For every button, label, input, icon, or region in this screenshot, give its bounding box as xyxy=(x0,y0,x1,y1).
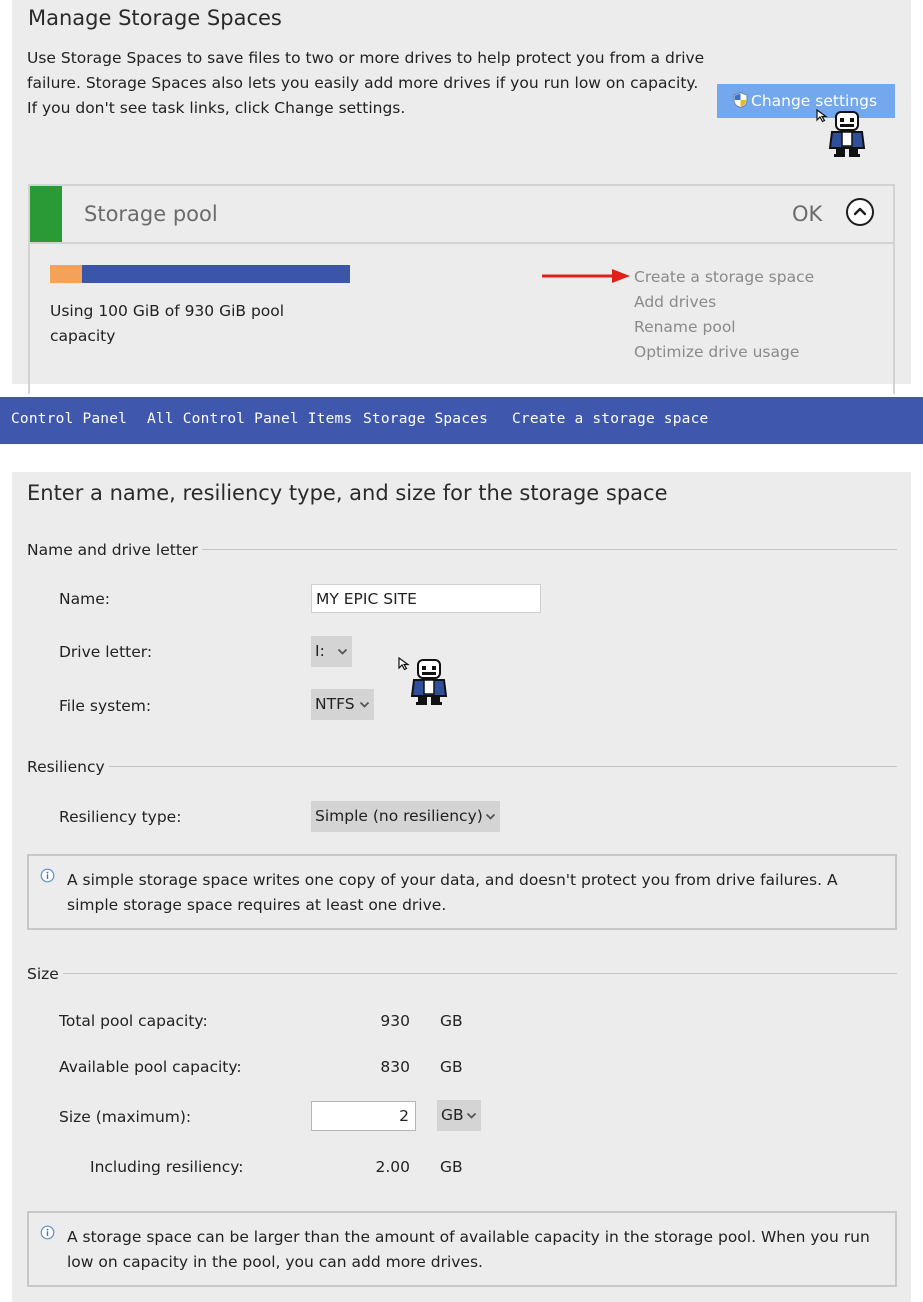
breadcrumb: Control Panel All Control Panel Items St… xyxy=(0,397,923,444)
available-pool-capacity-value: 830 xyxy=(380,1058,410,1076)
skeleton-character-sprite xyxy=(410,658,448,710)
storage-pool-status: OK xyxy=(792,202,823,226)
resiliency-type-select[interactable]: Simple (no resiliency) xyxy=(311,801,500,832)
section-divider xyxy=(202,549,897,550)
name-input[interactable] xyxy=(311,584,541,613)
size-input[interactable] xyxy=(311,1101,416,1131)
breadcrumb-storage-spaces[interactable]: Storage Spaces xyxy=(363,411,488,427)
optimize-drive-usage-link[interactable]: Optimize drive usage xyxy=(634,343,799,361)
resiliency-type-label: Resiliency type: xyxy=(59,808,182,826)
file-system-value: NTFS xyxy=(315,695,355,713)
total-pool-capacity-label: Total pool capacity: xyxy=(59,1012,208,1030)
form-title: Enter a name, resiliency type, and size … xyxy=(27,481,668,505)
pool-usage-used-segment xyxy=(50,265,83,283)
size-info-box: A storage space can be larger than the a… xyxy=(27,1211,897,1287)
rename-pool-link[interactable]: Rename pool xyxy=(634,318,736,336)
including-resiliency-label: Including resiliency: xyxy=(90,1158,244,1176)
drive-letter-label: Drive letter: xyxy=(59,643,153,661)
name-label: Name: xyxy=(59,590,110,608)
size-unit-value: GB xyxy=(441,1106,464,1124)
size-unit-select[interactable]: GB xyxy=(437,1100,481,1131)
chevron-up-icon xyxy=(853,207,867,216)
available-pool-capacity-unit: GB xyxy=(440,1058,463,1076)
manage-storage-spaces-panel: Manage Storage Spaces Use Storage Spaces… xyxy=(12,0,911,394)
breadcrumb-all-control-panel-items[interactable]: All Control Panel Items xyxy=(147,411,352,427)
arrow-right-icon xyxy=(542,268,632,288)
pool-usage-text: Using 100 GiB of 930 GiB pool capacity xyxy=(50,302,285,345)
collapse-pool-button[interactable] xyxy=(846,198,874,226)
drive-letter-value: I: xyxy=(315,642,325,660)
section-divider xyxy=(62,973,897,974)
skeleton-character-sprite xyxy=(828,110,866,162)
resiliency-info-box: A simple storage space writes one copy o… xyxy=(27,854,897,930)
including-resiliency-unit: GB xyxy=(440,1158,463,1176)
section-name-and-drive-letter: Name and drive letter xyxy=(27,541,202,559)
change-settings-button[interactable]: Change settings xyxy=(717,84,895,118)
storage-pool-box: Storage pool OK Using 100 GiB of 930 GiB… xyxy=(28,184,895,394)
section-size: Size xyxy=(27,965,63,983)
storage-pool-header: Storage pool OK xyxy=(30,186,893,244)
section-divider xyxy=(104,766,897,767)
add-drives-link[interactable]: Add drives xyxy=(634,293,716,311)
pool-status-color-bar xyxy=(30,186,62,242)
resiliency-type-value: Simple (no resiliency) xyxy=(315,807,483,825)
including-resiliency-value: 2.00 xyxy=(375,1158,410,1176)
breadcrumb-create-storage-space[interactable]: Create a storage space xyxy=(512,411,708,427)
size-maximum-label: Size (maximum): xyxy=(59,1108,192,1126)
page-title: Manage Storage Spaces xyxy=(28,6,282,30)
breadcrumb-control-panel[interactable]: Control Panel xyxy=(11,411,127,427)
chevron-down-icon xyxy=(359,701,370,708)
size-info-text: A storage space can be larger than the a… xyxy=(67,1228,870,1271)
create-storage-space-link[interactable]: Create a storage space xyxy=(634,268,814,286)
storage-pool-title: Storage pool xyxy=(84,202,218,226)
available-pool-capacity-label: Available pool capacity: xyxy=(59,1058,242,1076)
page-description: Use Storage Spaces to save files to two … xyxy=(27,49,705,117)
drive-letter-select[interactable]: I: xyxy=(311,636,352,667)
total-pool-capacity-value: 930 xyxy=(380,1012,410,1030)
shield-icon xyxy=(733,86,748,120)
create-storage-space-form: Enter a name, resiliency type, and size … xyxy=(12,472,911,1302)
info-icon xyxy=(40,868,55,883)
chevron-down-icon xyxy=(466,1112,477,1119)
change-settings-label: Change settings xyxy=(751,92,878,110)
chevron-down-icon xyxy=(485,813,496,820)
file-system-select[interactable]: NTFS xyxy=(311,689,374,720)
resiliency-info-text: A simple storage space writes one copy o… xyxy=(67,871,838,914)
info-icon xyxy=(40,1225,55,1240)
section-resiliency: Resiliency xyxy=(27,758,109,776)
pool-usage-bar xyxy=(50,265,350,283)
total-pool-capacity-unit: GB xyxy=(440,1012,463,1030)
chevron-down-icon xyxy=(337,648,348,655)
file-system-label: File system: xyxy=(59,697,152,715)
